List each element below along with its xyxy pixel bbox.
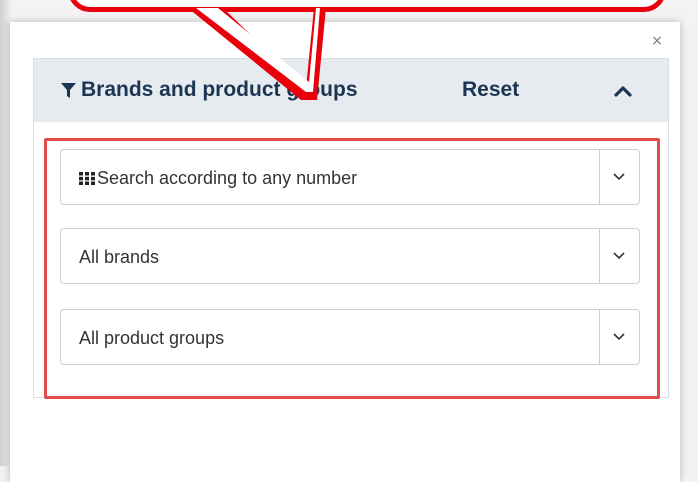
callout-pointer [188,8,326,100]
